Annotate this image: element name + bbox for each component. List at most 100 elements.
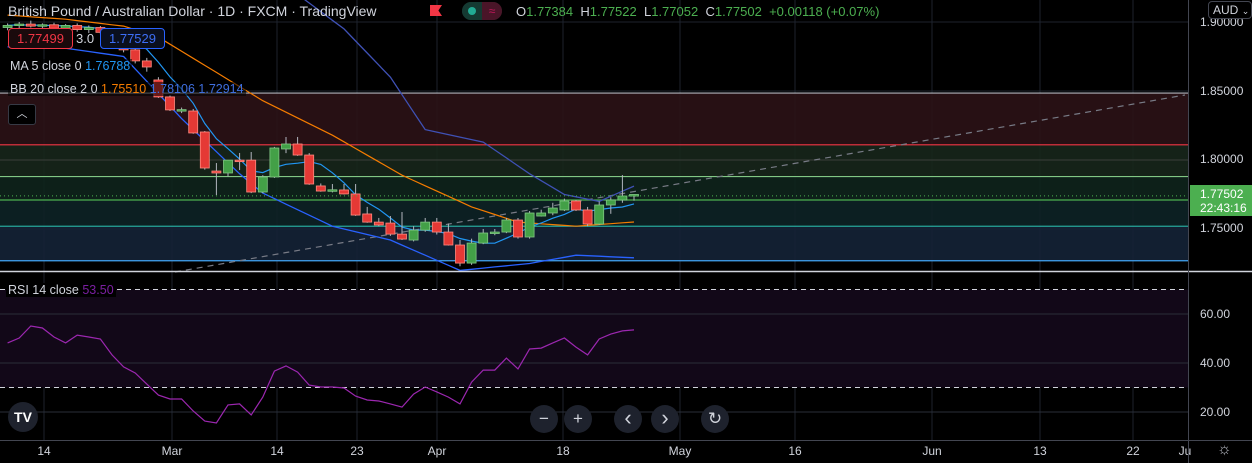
chevron-up-icon: ︿ (16, 108, 28, 120)
candle-down (292, 143, 303, 156)
reset-chart-button[interactable]: ↻ (701, 405, 729, 433)
time-tick: Mar (161, 444, 183, 458)
bb-label: BB 20 close 2 0 (10, 82, 98, 96)
change-value: +0.00118 (+0.07%) (769, 4, 880, 19)
zoom-out-button[interactable]: − (530, 405, 558, 433)
level-band (0, 176, 1188, 201)
scroll-left-button[interactable]: ‹ (614, 405, 642, 433)
rsi-legend[interactable]: RSI 14 close 53.50 (6, 283, 116, 297)
currency-dropdown[interactable]: AUD ⌄ (1208, 1, 1252, 19)
bb-legend[interactable]: BB 20 close 2 0 1.75510 1.78106 1.72914 (8, 82, 246, 96)
candle-down (234, 159, 245, 163)
ma-label: MA 5 close 0 (10, 59, 82, 73)
time-tick: 22 (1126, 444, 1140, 458)
candle-down (582, 209, 593, 225)
spread-value: 3.0 (76, 31, 95, 46)
time-tick: 23 (350, 444, 364, 458)
time-tick: Apr (427, 444, 447, 458)
rsi-value: 53.50 (82, 283, 114, 297)
price-tick: 1.75000 (1200, 221, 1244, 235)
time-tick: May (668, 444, 692, 458)
candle-down (431, 221, 442, 233)
candle-up (478, 232, 489, 244)
candle-down (246, 159, 257, 193)
candle-up (594, 204, 605, 225)
sell-button[interactable]: 1.77499 (8, 28, 73, 49)
candle-down (373, 221, 384, 226)
rsi-label: RSI 14 close (8, 283, 79, 297)
candle-down (350, 193, 361, 216)
price-axis[interactable]: 1.90000 1.85000 1.80000 1.75000 1.77502 2… (1188, 0, 1252, 463)
candle-down (188, 110, 199, 134)
tradingview-logo[interactable]: TV (8, 402, 38, 432)
currency-label: AUD (1213, 3, 1239, 17)
candle-down (211, 170, 222, 174)
zoom-in-button[interactable]: + (564, 405, 592, 433)
open-label: O (516, 4, 527, 19)
candle-down (141, 60, 152, 68)
buy-button[interactable]: 1.77529 (100, 28, 165, 49)
high-value: 1.77522 (589, 4, 637, 19)
candle-down (443, 231, 454, 246)
fib-levels-drawing[interactable] (0, 92, 1188, 262)
candle-down (304, 154, 315, 185)
level-band (0, 93, 1188, 145)
rsi-tick: 20.00 (1200, 405, 1231, 419)
candle-up (223, 159, 233, 174)
chart-canvas[interactable] (0, 0, 1252, 463)
wave-icon: ≈ (482, 2, 502, 20)
time-tick: 13 (1033, 444, 1047, 458)
price-tick: 1.85000 (1200, 84, 1244, 98)
bb-lower-value: 1.72914 (198, 82, 244, 96)
close-value: 1.77502 (714, 4, 762, 19)
candle-down (72, 25, 83, 30)
chart-title: British Pound / Australian Dollar · 1D ·… (8, 3, 377, 19)
ma-legend[interactable]: MA 5 close 0 1.76788 (8, 59, 133, 73)
scroll-right-button[interactable]: › (651, 405, 679, 433)
rsi-tick: 60.00 (1200, 307, 1231, 321)
candle-up (489, 231, 500, 234)
candle-up (176, 109, 187, 112)
candle-down (513, 219, 523, 238)
level-band (0, 144, 1188, 177)
candle-up (281, 143, 291, 150)
settings-gear-icon[interactable]: ☼ (1217, 441, 1232, 459)
candle-up (83, 27, 94, 30)
candle-up (269, 147, 280, 178)
candle-up (14, 23, 25, 26)
open-value: 1.77384 (526, 4, 574, 19)
level-band (0, 200, 1188, 227)
candle-up (536, 212, 547, 217)
candle-down (455, 244, 465, 264)
dot-icon (462, 2, 482, 20)
candle-down (199, 131, 210, 169)
rsi-background-band (0, 289, 1188, 388)
candle-up (629, 194, 639, 197)
candle-up (408, 229, 419, 241)
bar-countdown: 22:43:16 (1200, 201, 1247, 215)
low-value: 1.77052 (651, 4, 699, 19)
time-tick: 18 (556, 444, 570, 458)
candle-down (25, 23, 36, 27)
collapse-legend-button[interactable]: ︿ (8, 104, 36, 125)
candle-up (501, 219, 512, 233)
candle-down (165, 96, 175, 111)
chevron-down-icon: ⌄ (1241, 6, 1250, 16)
candle-up (617, 195, 628, 201)
candle-down (362, 213, 373, 223)
time-tick: 14 (270, 444, 284, 458)
rsi-pane (0, 289, 1188, 424)
candle-up (559, 200, 570, 211)
time-tick: 16 (788, 444, 802, 458)
candle-down (315, 185, 326, 192)
time-tick: Jun (922, 444, 942, 458)
candle-up (524, 212, 535, 238)
candle-up (547, 207, 558, 214)
rsi-tick: 40.00 (1200, 356, 1231, 370)
candle-up (605, 199, 616, 206)
price-tick: 1.80000 (1200, 152, 1244, 166)
high-label: H (580, 4, 590, 19)
candle-up (257, 176, 268, 193)
market-status-toggle[interactable]: ≈ (462, 2, 502, 20)
candle-down (571, 200, 581, 211)
